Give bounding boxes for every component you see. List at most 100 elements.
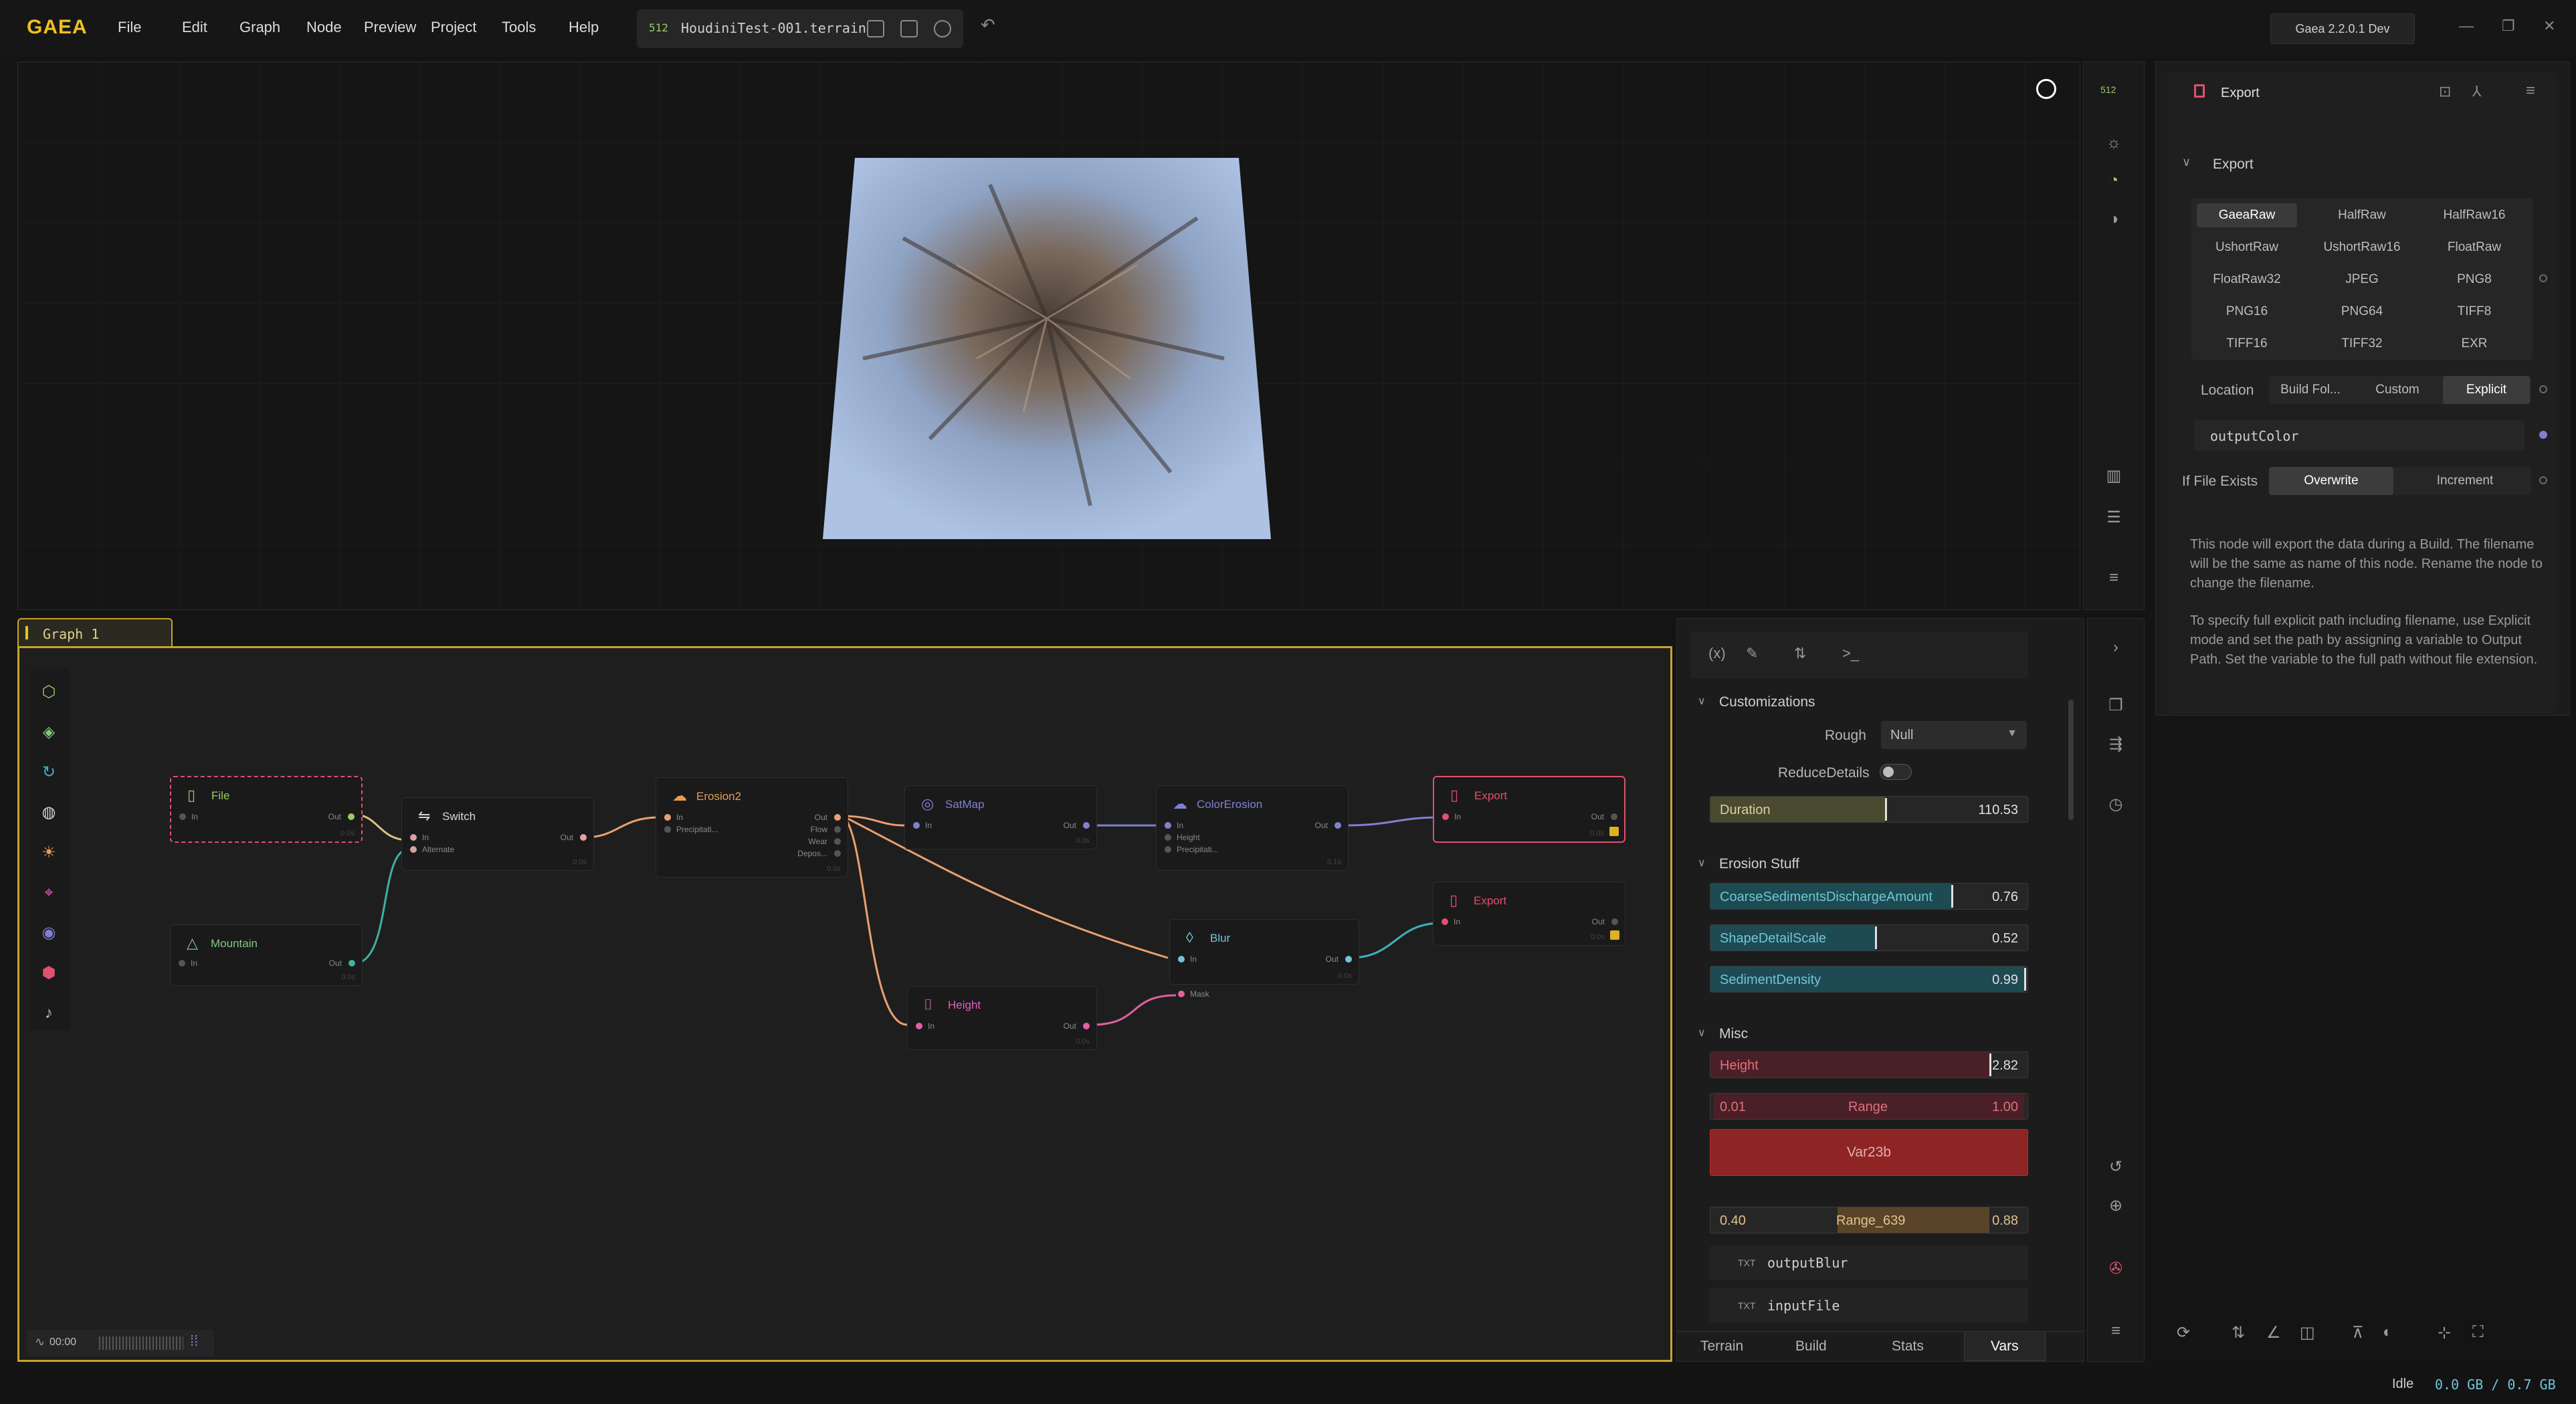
tab-build[interactable]: Build xyxy=(1795,1338,1827,1355)
input-port[interactable] xyxy=(1442,918,1448,925)
chevron-down-icon[interactable]: ∨ xyxy=(1698,694,1706,708)
duration-slider[interactable]: Duration 110.53 xyxy=(1710,796,2028,823)
output-port[interactable] xyxy=(1083,822,1090,829)
sediment-density-slider[interactable]: SedimentDensity 0.99 xyxy=(1710,966,2028,993)
minimize-icon[interactable]: — xyxy=(2459,17,2474,35)
node-export-1[interactable]: ▯ Export In Out 0.0s xyxy=(1433,776,1625,843)
menu-tools[interactable]: Tools xyxy=(502,19,536,36)
lighting-icon[interactable]: ◔ xyxy=(2104,171,2123,190)
format-floatraw[interactable]: FloatRaw xyxy=(2424,235,2524,260)
output-icon[interactable]: ⬢ xyxy=(39,963,59,983)
slider-knob[interactable] xyxy=(1951,885,1954,908)
modify-icon[interactable]: ↻ xyxy=(39,763,59,783)
var23b-button[interactable]: Var23b xyxy=(1710,1129,2028,1176)
connect-icon[interactable]: ⇶ xyxy=(2106,734,2126,755)
colorize-icon[interactable]: ◉ xyxy=(39,923,59,943)
format-halfraw16[interactable]: HalfRaw16 xyxy=(2424,203,2524,227)
format-png8[interactable]: PNG8 xyxy=(2424,268,2524,292)
viewport-menu-icon[interactable]: ≡ xyxy=(2104,569,2123,587)
output-port[interactable] xyxy=(834,838,841,845)
terrain-preview[interactable] xyxy=(823,158,1271,539)
list-icon[interactable]: ≡ xyxy=(2106,1322,2126,1342)
chevron-down-icon[interactable]: ∨ xyxy=(1698,1026,1706,1039)
output-port[interactable] xyxy=(1083,1023,1090,1029)
contrast-icon[interactable]: ◐ xyxy=(2383,1323,2393,1342)
layout-icon[interactable]: ☰ xyxy=(2104,508,2123,527)
if-exists-overwrite[interactable]: Overwrite xyxy=(2269,467,2393,495)
surface-icon[interactable]: ◍ xyxy=(39,803,59,823)
fullscreen-icon[interactable]: ⛶ xyxy=(2472,1323,2484,1342)
input-port[interactable] xyxy=(1165,846,1171,853)
input-port[interactable] xyxy=(179,960,185,967)
menu-project[interactable]: Project xyxy=(431,19,476,36)
maximize-icon[interactable]: ❐ xyxy=(2502,17,2515,35)
history-icon[interactable] xyxy=(934,20,951,37)
menu-edit[interactable]: Edit xyxy=(182,19,207,36)
sort-icon[interactable]: ⇅ xyxy=(1794,645,1806,662)
slider-knob[interactable] xyxy=(1989,1054,1992,1076)
split-view-icon[interactable]: ▥ xyxy=(2104,467,2123,486)
tab-terrain[interactable]: Terrain xyxy=(1700,1338,1743,1355)
output-port[interactable] xyxy=(1611,813,1617,820)
input-port[interactable] xyxy=(1442,813,1449,820)
chevron-down-icon[interactable]: ∨ xyxy=(1698,856,1706,870)
derive-icon[interactable]: ⌖ xyxy=(39,883,59,903)
reduce-details-toggle[interactable] xyxy=(1880,764,1912,780)
format-gaearaw[interactable]: GaeaRaw xyxy=(2197,203,2297,227)
range-639-slider[interactable]: 0.40 Range_639 0.88 xyxy=(1710,1207,2028,1233)
format-ushortraw[interactable]: UshortRaw xyxy=(2197,235,2297,260)
menu-node[interactable]: Node xyxy=(306,19,342,36)
vars-scrollbar[interactable] xyxy=(2068,700,2074,820)
shading-icon[interactable]: ◑ xyxy=(2104,210,2123,229)
tab-vars[interactable]: Vars xyxy=(1991,1338,2019,1355)
output-port[interactable] xyxy=(580,834,587,841)
location-variable-indicator[interactable] xyxy=(2539,385,2547,393)
input-port[interactable] xyxy=(410,834,417,841)
input-port[interactable] xyxy=(664,826,671,833)
node-mountain[interactable]: △ Mountain In Out 0.0s xyxy=(170,924,363,986)
slider-knob[interactable] xyxy=(1884,798,1887,821)
output-path-input[interactable]: outputColor xyxy=(2194,420,2524,451)
sun-direction-handle[interactable] xyxy=(2036,79,2056,99)
output-port[interactable] xyxy=(834,814,841,821)
node-name-field[interactable]: Export xyxy=(2221,86,2260,101)
menu-preview[interactable]: Preview xyxy=(364,19,416,36)
utility-icon[interactable]: ♪ xyxy=(39,1003,59,1023)
bug-icon[interactable]: ✇ xyxy=(2106,1259,2126,1279)
range-slider[interactable]: 0.01 Range 1.00 xyxy=(1710,1093,2028,1120)
output-port[interactable] xyxy=(1611,918,1618,925)
sun-icon[interactable]: ☼ xyxy=(2104,134,2123,153)
menu-graph[interactable]: Graph xyxy=(239,19,280,36)
output-port[interactable] xyxy=(348,813,355,820)
terrain-icon[interactable]: ◈ xyxy=(39,722,59,742)
console-icon[interactable]: >_ xyxy=(1842,645,1859,662)
format-tiff8[interactable]: TIFF8 xyxy=(2424,300,2524,324)
simulate-icon[interactable]: ☀ xyxy=(39,843,59,863)
if-exists-increment[interactable]: Increment xyxy=(2400,467,2530,495)
misc-section-title[interactable]: Misc xyxy=(1719,1026,1748,1042)
format-floatraw32[interactable]: FloatRaw32 xyxy=(2197,268,2297,292)
output-port[interactable] xyxy=(1345,956,1352,963)
chevron-down-icon[interactable]: ∨ xyxy=(2182,155,2191,169)
chevron-right-icon[interactable]: › xyxy=(2106,638,2126,658)
if-exists-variable-indicator[interactable] xyxy=(2539,476,2547,484)
export-flag-icon[interactable] xyxy=(1610,930,1619,940)
reset-icon[interactable]: ↺ xyxy=(2106,1157,2126,1177)
input-port[interactable] xyxy=(1178,956,1185,963)
copy-icon[interactable]: ❐ xyxy=(2106,696,2126,716)
node-switch[interactable]: ⇋ Switch In Alternate Out 0.0s xyxy=(401,797,594,871)
graph-timeline[interactable]: ∿ 00:00 ⁞⁞ xyxy=(27,1330,214,1357)
edit-icon[interactable]: ✎ xyxy=(1746,645,1758,662)
path-variable-bound-indicator[interactable] xyxy=(2539,431,2547,439)
grid-icon[interactable]: ⁞⁞ xyxy=(190,1332,198,1350)
undo-icon[interactable]: ↶ xyxy=(981,15,995,35)
output-port[interactable] xyxy=(834,850,841,857)
file-tab[interactable]: 512 HoudiniTest-001.terrain xyxy=(637,9,963,48)
graph-tab[interactable]: Graph 1 xyxy=(17,618,173,647)
shape-detail-scale-slider[interactable]: ShapeDetailScale 0.52 xyxy=(1710,924,2028,951)
node-export-2[interactable]: ▯ Export In Out 0.0s xyxy=(1433,882,1625,946)
flip-icon[interactable]: ⇅ xyxy=(2232,1323,2245,1342)
txt-var-input-file[interactable]: TXT inputFile xyxy=(1710,1288,2028,1323)
customizations-section-title[interactable]: Customizations xyxy=(1719,694,1815,710)
refresh-icon[interactable]: ⟳ xyxy=(2177,1323,2190,1342)
